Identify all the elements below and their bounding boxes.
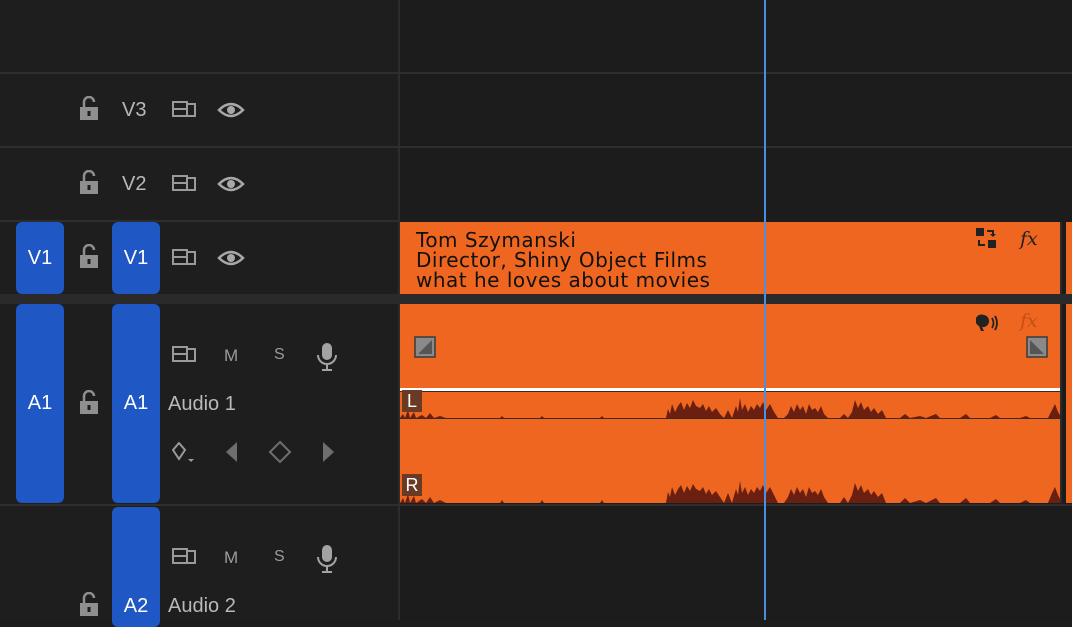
left-channel-label: L bbox=[402, 390, 422, 412]
clip-title-text: Tom Szymanski Director, Shiny Object Fil… bbox=[416, 230, 710, 290]
track-separator bbox=[0, 72, 1072, 74]
replace-icon bbox=[976, 228, 996, 248]
track-separator bbox=[0, 504, 1072, 506]
add-keyframe-icon[interactable] bbox=[268, 440, 292, 464]
sync-lock-icon[interactable] bbox=[172, 248, 196, 268]
eye-icon[interactable] bbox=[217, 101, 245, 119]
source-patch-v1[interactable]: V1 bbox=[16, 222, 64, 294]
clip-edit-point[interactable] bbox=[1060, 304, 1062, 503]
fx-badge[interactable]: fx bbox=[1020, 310, 1038, 332]
speaker-icon bbox=[976, 314, 998, 331]
video-clip[interactable]: Tom Szymanski Director, Shiny Object Fil… bbox=[400, 222, 1062, 294]
waveform bbox=[400, 398, 1062, 503]
fx-badge[interactable]: fx bbox=[1020, 228, 1038, 250]
clip-edit-point[interactable] bbox=[1060, 222, 1062, 294]
track-target-a1[interactable]: A1 bbox=[112, 304, 160, 503]
mute-button-a1[interactable]: M bbox=[224, 346, 238, 366]
clip-title-line: what he loves about movies bbox=[416, 268, 711, 292]
lock-open-icon[interactable] bbox=[78, 96, 100, 122]
lock-open-icon[interactable] bbox=[78, 390, 100, 416]
track-target-a2-label: A2 bbox=[123, 595, 149, 617]
clip-title-line: Tom Szymanski bbox=[416, 228, 577, 252]
lock-open-icon[interactable] bbox=[78, 592, 100, 618]
transition-start-icon[interactable] bbox=[414, 336, 436, 358]
microphone-icon[interactable] bbox=[316, 544, 338, 574]
video-audio-divider[interactable] bbox=[0, 294, 1072, 304]
audio-clip[interactable]: fx L R bbox=[400, 304, 1062, 503]
next-keyframe-icon[interactable] bbox=[320, 441, 336, 463]
sync-lock-icon[interactable] bbox=[172, 345, 196, 365]
lock-open-icon[interactable] bbox=[78, 244, 100, 270]
keyframe-menu-icon[interactable] bbox=[172, 442, 196, 464]
track-target-a2[interactable]: A2 bbox=[112, 507, 160, 627]
source-patch-a1[interactable]: A1 bbox=[16, 304, 64, 503]
microphone-icon[interactable] bbox=[316, 342, 338, 372]
sync-lock-icon[interactable] bbox=[172, 174, 196, 194]
solo-button-a1[interactable]: S bbox=[274, 346, 285, 364]
eye-icon[interactable] bbox=[217, 249, 245, 267]
track-label-a1[interactable]: Audio 1 bbox=[168, 393, 236, 416]
right-channel-label: R bbox=[402, 474, 422, 496]
solo-button-a2[interactable]: S bbox=[274, 548, 285, 566]
track-label-a2[interactable]: Audio 2 bbox=[168, 595, 236, 618]
audio-clip-next[interactable] bbox=[1066, 304, 1072, 503]
track-name-v2[interactable]: V2 bbox=[122, 173, 146, 196]
eye-icon[interactable] bbox=[217, 175, 245, 193]
transition-end-icon[interactable] bbox=[1026, 336, 1048, 358]
sync-lock-icon[interactable] bbox=[172, 100, 196, 120]
clip-title-line: Director, Shiny Object Films bbox=[416, 248, 708, 272]
track-separator bbox=[0, 146, 1072, 148]
track-name-v3[interactable]: V3 bbox=[122, 99, 146, 122]
lock-open-icon[interactable] bbox=[78, 170, 100, 196]
video-clip-next[interactable] bbox=[1066, 222, 1072, 294]
track-target-v1[interactable]: V1 bbox=[112, 222, 160, 294]
playhead[interactable] bbox=[764, 0, 766, 620]
mute-button-a2[interactable]: M bbox=[224, 548, 238, 568]
sync-lock-icon[interactable] bbox=[172, 547, 196, 567]
previous-keyframe-icon[interactable] bbox=[224, 441, 240, 463]
